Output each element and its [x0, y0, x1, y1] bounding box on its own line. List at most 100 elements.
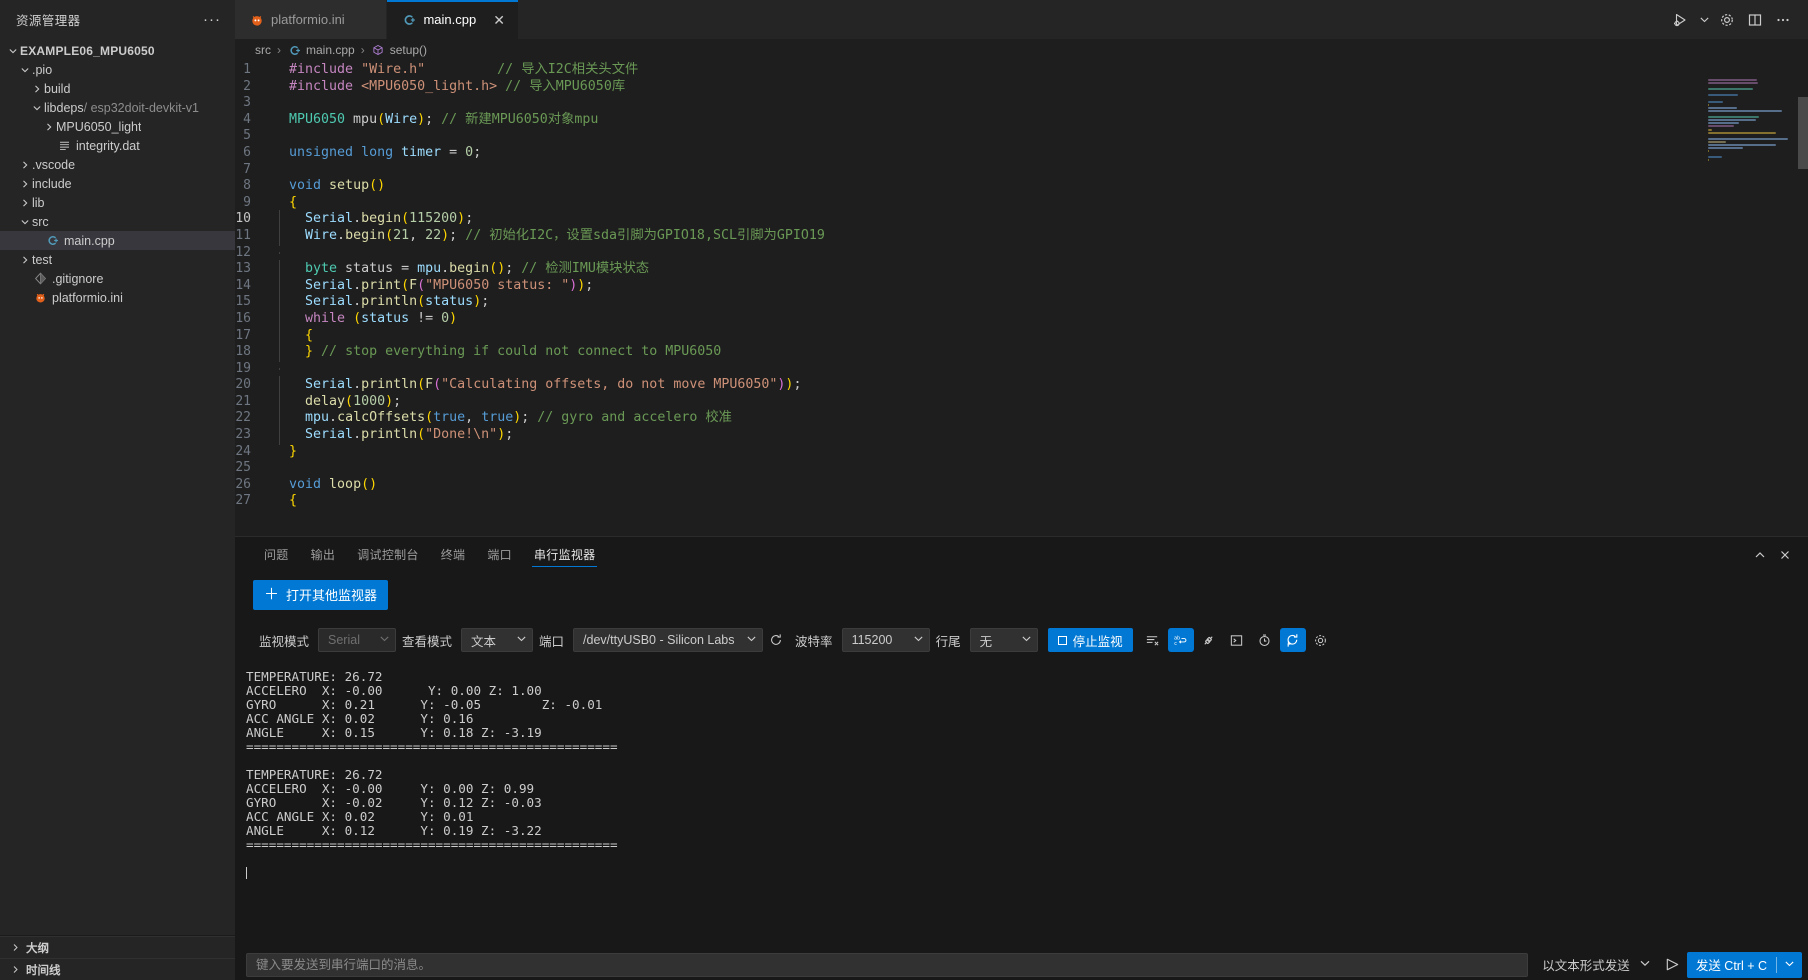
send-format-label: 以文本形式发送 — [1542, 959, 1630, 973]
code-line[interactable]: 20 Serial.println(F("Calculating offsets… — [235, 376, 1808, 395]
run-and-debug-icon[interactable] — [1668, 5, 1694, 35]
tab-close-icon[interactable]: ✕ — [493, 13, 505, 27]
code-line[interactable]: 25 — [235, 460, 1808, 477]
code-line[interactable]: 9{ — [235, 195, 1808, 212]
refresh-ports-icon[interactable] — [763, 628, 789, 652]
breadcrumb-item-2[interactable]: setup() — [371, 43, 427, 58]
sidebar-section-outline[interactable]: 大纲 — [0, 936, 235, 958]
tree-item-build[interactable]: build — [0, 79, 235, 98]
code-line[interactable]: 3 — [235, 95, 1808, 112]
word-wrap-icon[interactable]: ab c — [1167, 628, 1194, 652]
breadcrumb-item-1[interactable]: main.cpp — [287, 43, 355, 58]
tree-item-integrity-dat[interactable]: integrity.dat — [0, 136, 235, 155]
send-format-select[interactable]: 以文本形式发送 — [1528, 953, 1659, 977]
code-line[interactable]: 6 unsigned long timer = 0; — [235, 145, 1808, 162]
panel-tab-5[interactable]: 串行监视器 — [523, 537, 607, 572]
chevron-down-icon[interactable] — [1777, 958, 1802, 972]
code-line[interactable]: 2 #include <MPU6050_light.h> // 导入MPU6050… — [235, 79, 1808, 96]
close-icon[interactable] — [1774, 544, 1796, 566]
tab-main-cpp[interactable]: main.cpp ✕ — [387, 0, 519, 39]
sidebar-section-timeline[interactable]: 时间线 — [0, 958, 235, 980]
plug-disconnect-icon[interactable] — [1196, 628, 1222, 652]
panel-tab-1[interactable]: 输出 — [300, 537, 347, 572]
code-line[interactable]: 12 — [235, 245, 1808, 262]
terminal-icon[interactable] — [1224, 628, 1250, 652]
code-line[interactable]: 14 Serial.print(F("MPU6050 status: ")); — [235, 276, 1808, 295]
code-lines[interactable]: 1 #include "Wire.h" // 导入I2C相关头文件 2 #includ… — [235, 61, 1808, 536]
code-line[interactable]: 22 mpu.calcOffsets(true, true); // gyro … — [235, 409, 1808, 428]
baud-label: 波特率 — [795, 634, 833, 649]
tree-item-example06-mpu6050[interactable]: EXAMPLE06_MPU6050 — [0, 41, 235, 60]
code-line[interactable]: 18 } // stop everything if could not con… — [235, 343, 1808, 362]
tree-item-include[interactable]: include — [0, 174, 235, 193]
minimap-line — [1708, 131, 1776, 134]
line-ending-select[interactable]: 无 — [969, 628, 1038, 652]
code-line[interactable]: 24} — [235, 444, 1808, 461]
tree-item-src[interactable]: src — [0, 212, 235, 231]
code-line[interactable]: 5 — [235, 128, 1808, 145]
line-number: 13 — [235, 261, 251, 277]
code-line[interactable]: 13 byte status = mpu.begin(); // 检测IMU模块… — [235, 260, 1808, 279]
breadcrumb-item-0[interactable]: src — [255, 43, 271, 57]
code-line[interactable]: 21 delay(1000); — [235, 392, 1808, 412]
tree-item-lib[interactable]: lib — [0, 193, 235, 212]
tree-item-platformio-ini[interactable]: platformio.ini — [0, 288, 235, 307]
code-line[interactable]: 16 while (status != 0) — [235, 309, 1808, 329]
breadcrumb-label: src — [255, 43, 271, 57]
code-line[interactable]: 26 void loop() — [235, 477, 1808, 494]
code-line[interactable]: 4 MPU6050 mpu(Wire); // 新建MPU6050对象mpu — [235, 112, 1808, 129]
line-number: 12 — [235, 244, 251, 260]
tree-item-test[interactable]: test — [0, 250, 235, 269]
code-line[interactable]: 7 — [235, 162, 1808, 179]
more-actions-icon[interactable] — [1770, 5, 1796, 35]
breadcrumb-separator: › — [277, 43, 281, 57]
clear-output-icon[interactable] — [1140, 628, 1166, 652]
code-line[interactable]: 17 { — [235, 326, 1808, 345]
editor-scrollbar[interactable] — [1798, 97, 1808, 169]
tree-item--vscode[interactable]: .vscode — [0, 155, 235, 174]
code-line[interactable]: 1 #include "Wire.h" // 导入I2C相关头文件 — [235, 62, 1808, 79]
port-label: 端口 — [539, 634, 565, 649]
tab-platformio-ini[interactable]: platformio.ini ✕ — [235, 0, 388, 39]
minimap[interactable] — [1708, 79, 1794, 201]
chevron-down-icon — [913, 633, 924, 647]
cpp-file-icon — [287, 43, 302, 58]
code-line[interactable]: 8 void setup() — [235, 178, 1808, 195]
serial-send-input[interactable] — [246, 952, 1529, 977]
serial-monitor-output[interactable]: TEMPERATURE: 26.72 ACCELERO X: -0.00 Y: 0… — [235, 662, 1808, 949]
panel-tab-3[interactable]: 终端 — [430, 537, 477, 572]
tree-item-mpu6050-light[interactable]: MPU6050_light — [0, 117, 235, 136]
send-arrow-icon[interactable] — [1659, 953, 1687, 977]
code-editor[interactable]: 1 #include "Wire.h" // 导入I2C相关头文件 2 #includ… — [235, 61, 1808, 536]
code-line[interactable]: 19 — [235, 361, 1808, 378]
tree-item--gitignore[interactable]: .gitignore — [0, 269, 235, 288]
baud-select[interactable]: 115200 — [841, 628, 930, 652]
panel-tab-0[interactable]: 问题 — [253, 537, 300, 572]
code-line[interactable]: 27 { — [235, 493, 1808, 510]
send-button[interactable]: 发送 Ctrl + C — [1686, 951, 1802, 978]
open-other-monitor-button[interactable]: ＋ 打开其他监视器 — [253, 580, 389, 610]
timestamp-clock-icon[interactable] — [1252, 628, 1278, 652]
tree-item-main-cpp[interactable]: main.cpp — [0, 231, 235, 250]
monitor-mode-select[interactable]: Serial — [318, 628, 397, 652]
stop-monitor-button[interactable]: 停止监视 — [1047, 628, 1133, 652]
chevron-up-icon[interactable] — [1749, 544, 1771, 566]
minimap-line — [1708, 94, 1738, 97]
tree-item-libdeps[interactable]: libdeps / esp32doit-devkit-v1 — [0, 98, 235, 117]
auto-reconnect-icon[interactable] — [1279, 628, 1306, 652]
chevron-down-icon[interactable] — [1696, 5, 1712, 35]
code-line[interactable]: 15 Serial.println(status); — [235, 293, 1808, 312]
explorer-more-icon[interactable]: ··· — [203, 12, 221, 27]
gear-icon[interactable] — [1308, 628, 1334, 652]
code-line[interactable]: 23 Serial.println("Done!\n"); — [235, 426, 1808, 445]
panel-tab-2[interactable]: 调试控制台 — [346, 537, 430, 572]
code-line[interactable]: 10 Serial.begin(115200); — [235, 210, 1808, 229]
line-number: 8 — [243, 178, 251, 194]
tree-item--pio[interactable]: .pio — [0, 60, 235, 79]
view-mode-select[interactable]: 文本 — [461, 628, 534, 652]
code-line[interactable]: 11 Wire.begin(21, 22); // 初始化I2C，设置sda引脚… — [235, 226, 1808, 246]
gear-icon[interactable] — [1714, 5, 1740, 35]
split-editor-icon[interactable] — [1742, 5, 1768, 35]
panel-tab-4[interactable]: 端口 — [476, 537, 523, 572]
port-select[interactable]: /dev/ttyUSB0 - Silicon Labs — [573, 628, 764, 652]
